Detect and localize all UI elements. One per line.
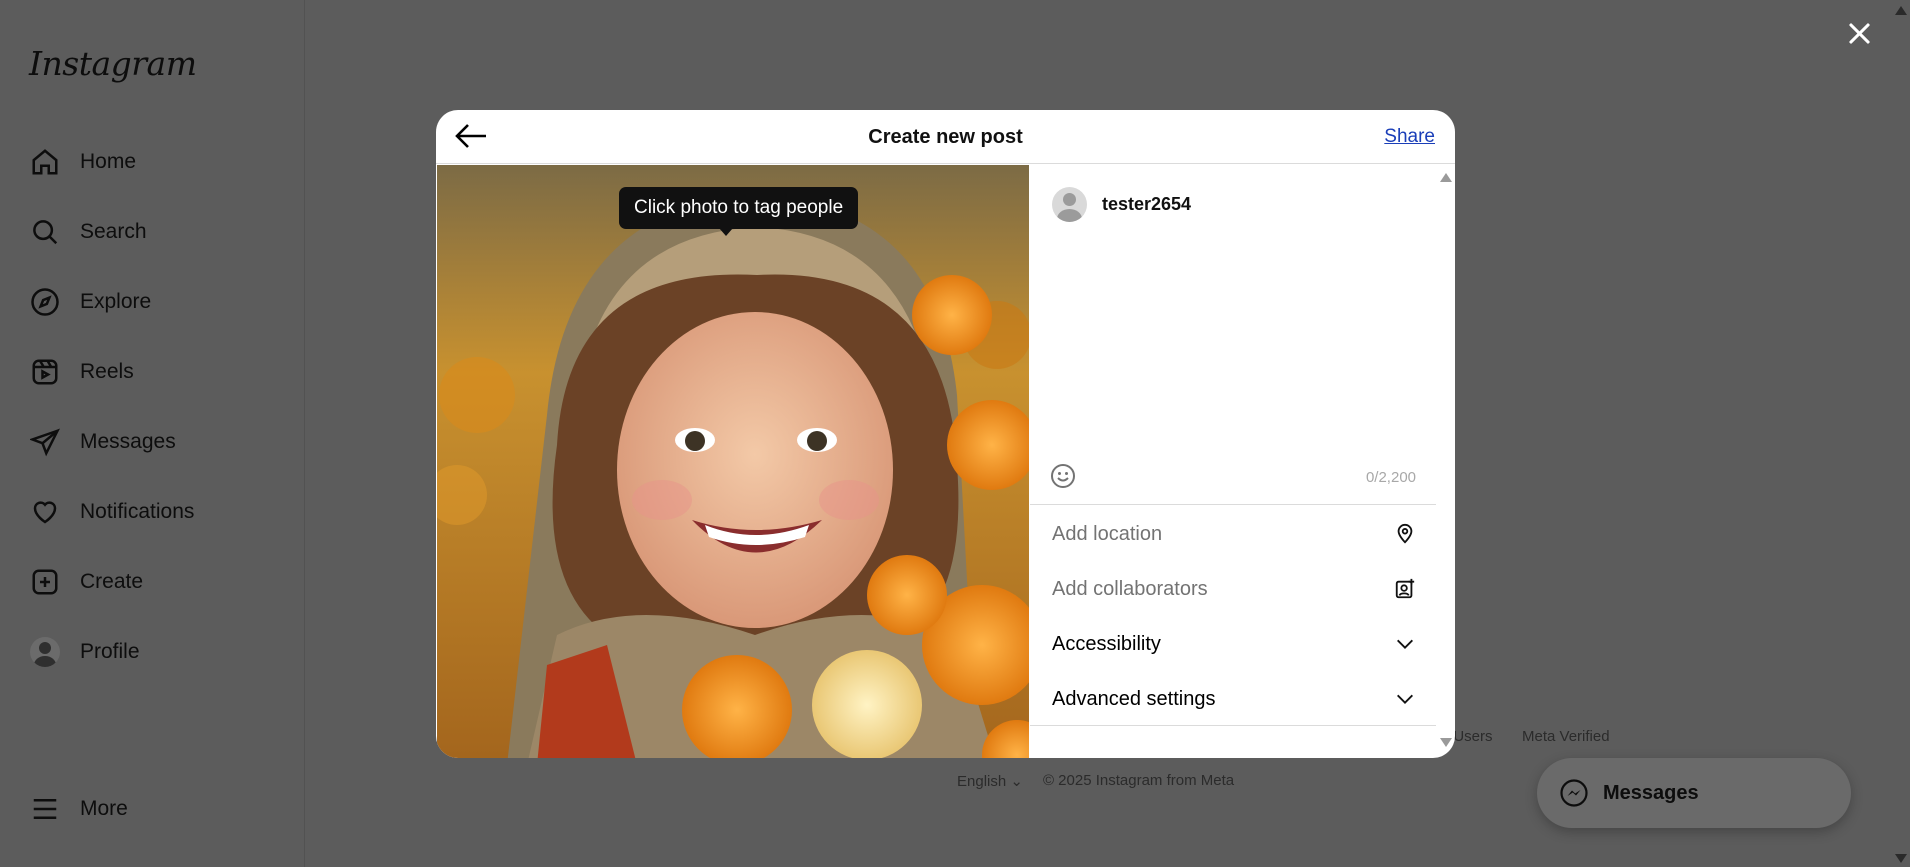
language-select[interactable]: English ⌄ xyxy=(957,772,1023,790)
send-icon xyxy=(28,425,62,459)
chevron-down-icon: ⌄ xyxy=(1010,773,1023,790)
advanced-settings-dropdown[interactable]: Advanced settings xyxy=(1030,673,1436,725)
footer-link[interactable]: Meta Verified xyxy=(1522,728,1610,745)
photo-child-flowers xyxy=(437,165,1029,758)
sidebar-item-label: Home xyxy=(80,150,137,173)
scroll-up-arrow-icon[interactable] xyxy=(1895,6,1907,15)
character-count: 0/2,200 xyxy=(1365,469,1416,486)
post-photo[interactable] xyxy=(437,165,1029,758)
accessibility-label: Accessibility xyxy=(1052,632,1161,655)
reels-icon xyxy=(28,355,62,389)
tooltip-text: Click photo to tag people xyxy=(634,197,844,218)
emoji-icon[interactable] xyxy=(1050,463,1076,489)
modal-title: Create new post xyxy=(868,126,1023,148)
footer-bottom: English ⌄ © 2025 Instagram from Meta xyxy=(957,772,1234,790)
sidebar-item-explore[interactable]: Explore xyxy=(28,278,151,326)
home-icon xyxy=(28,145,62,179)
post-author: tester2654 xyxy=(1052,187,1191,222)
sidebar-item-profile[interactable]: Profile xyxy=(28,628,140,676)
tag-people-tooltip: Click photo to tag people xyxy=(619,187,859,236)
sidebar: Instagram Home Search Explore Reels Mess… xyxy=(0,0,305,867)
sidebar-item-create[interactable]: Create xyxy=(28,558,143,606)
messages-label: Messages xyxy=(1603,781,1699,804)
add-location-label: Add location xyxy=(1052,522,1163,545)
messages-button[interactable]: Messages xyxy=(1537,758,1851,828)
panel-scrollbar[interactable] xyxy=(1437,165,1455,755)
chevron-down-icon xyxy=(1397,694,1413,704)
caption-textarea[interactable] xyxy=(1030,225,1430,455)
copyright: © 2025 Instagram from Meta xyxy=(1042,772,1235,789)
sidebar-item-home[interactable]: Home xyxy=(28,138,136,186)
instagram-logo[interactable]: Instagram xyxy=(29,44,197,83)
avatar xyxy=(1052,187,1087,222)
sidebar-item-label: Messages xyxy=(80,430,176,453)
sidebar-item-search[interactable]: Search xyxy=(28,208,147,256)
username: tester2654 xyxy=(1102,194,1192,214)
scroll-down-arrow-icon[interactable] xyxy=(1895,854,1907,863)
chevron-down-icon xyxy=(1397,639,1413,649)
sidebar-item-more[interactable]: More xyxy=(28,785,128,833)
sidebar-item-notifications[interactable]: Notifications xyxy=(28,488,194,536)
scroll-down-arrow-icon[interactable] xyxy=(1440,738,1452,747)
messenger-icon xyxy=(1560,779,1588,807)
sidebar-item-label: Notifications xyxy=(80,500,195,523)
scroll-up-arrow-icon[interactable] xyxy=(1440,173,1452,182)
accessibility-dropdown[interactable]: Accessibility xyxy=(1030,618,1436,670)
divider xyxy=(1030,504,1436,505)
sidebar-item-reels[interactable]: Reels xyxy=(28,348,134,396)
sidebar-item-label: Create xyxy=(80,570,144,593)
search-icon xyxy=(28,215,62,249)
advanced-settings-label: Advanced settings xyxy=(1052,687,1216,710)
share-button[interactable]: Share xyxy=(1384,126,1435,148)
sidebar-item-label: More xyxy=(80,797,128,820)
add-person-icon xyxy=(1395,578,1415,599)
menu-icon xyxy=(28,792,62,826)
add-location-field[interactable]: Add location xyxy=(1030,508,1436,560)
heart-icon xyxy=(28,495,62,529)
add-collaborators-field[interactable]: Add collaborators xyxy=(1030,563,1436,615)
window-scrollbar[interactable] xyxy=(1891,0,1910,867)
modal-header: Create new post Share xyxy=(436,110,1455,164)
location-pin-icon xyxy=(1397,523,1413,544)
close-icon[interactable] xyxy=(1844,18,1874,48)
plus-square-icon xyxy=(28,565,62,599)
sidebar-item-label: Search xyxy=(80,220,147,243)
sidebar-item-messages[interactable]: Messages xyxy=(28,418,176,466)
avatar xyxy=(28,635,62,669)
language-label: English xyxy=(957,773,1007,790)
add-collaborators-label: Add collaborators xyxy=(1052,577,1208,600)
divider xyxy=(1030,725,1436,726)
sidebar-item-label: Reels xyxy=(80,360,134,383)
sidebar-item-label: Explore xyxy=(80,290,152,313)
sidebar-item-label: Profile xyxy=(80,640,140,663)
compass-icon xyxy=(28,285,62,319)
